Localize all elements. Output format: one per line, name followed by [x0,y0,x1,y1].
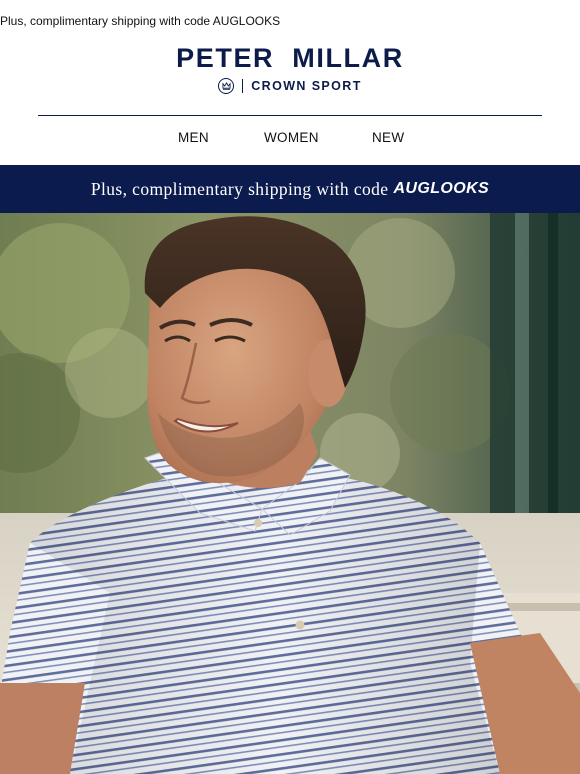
brand-subline: CROWN SPORT [218,78,362,94]
photo-man-striped-polo-icon [0,213,580,774]
nav-men[interactable]: MEN [178,130,209,145]
header-divider [38,115,542,116]
nav-new[interactable]: NEW [372,130,404,145]
main-nav: MEN WOMEN NEW [0,130,580,148]
nav-women[interactable]: WOMEN [264,130,319,145]
brand-logo[interactable]: PETER MILLAR CROWN SPORT [0,42,580,95]
promo-banner[interactable]: Plus, complimentary shipping with code A… [0,165,580,213]
promo-code: AUGLOOKS [393,180,490,197]
promo-text: Plus, complimentary shipping with code [90,178,389,199]
crown-sport-label: CROWN SPORT [251,79,362,93]
hero-image[interactable] [0,213,580,774]
crown-icon [218,78,235,94]
preheader-text: Plus, complimentary shipping with code A… [0,14,281,28]
brand-name: PETER MILLAR [176,43,404,73]
subline-divider [242,79,244,93]
